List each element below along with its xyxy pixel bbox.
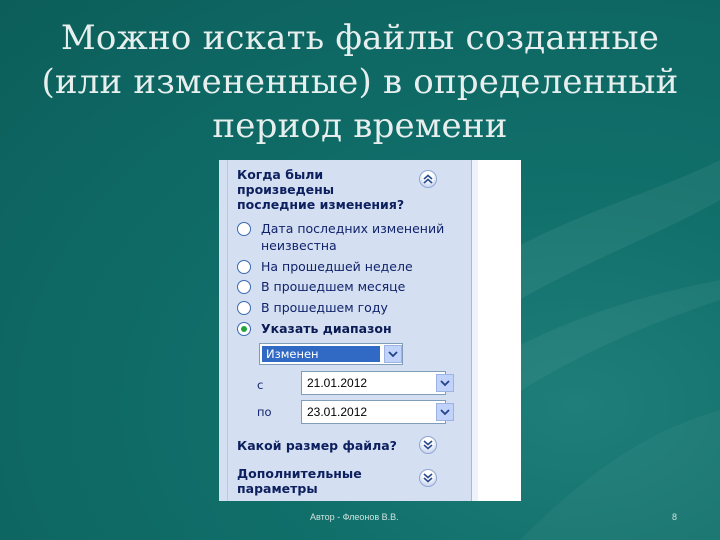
search-pane-screenshot: Когда были произведены последние изменен…: [219, 160, 521, 501]
slide-title-line-1: Можно искать файлы созданные: [60, 18, 660, 58]
slide-page-number: 8: [672, 512, 678, 522]
advanced-options-header[interactable]: Дополнительные параметры: [237, 466, 362, 496]
advanced-header-line-1: Дополнительные: [237, 466, 362, 481]
option-last-month-label: В прошедшем месяце: [261, 279, 406, 294]
option-last-week-label: На прошедшей неделе: [261, 259, 413, 274]
option-date-unknown-label: Дата последних изменений неизвестна: [261, 221, 445, 253]
double-chevron-down-icon: [423, 473, 433, 483]
option-last-week[interactable]: На прошедшей неделе: [237, 258, 467, 276]
option-last-year[interactable]: В прошедшем году: [237, 299, 467, 317]
radio-specify-range[interactable]: [237, 322, 251, 336]
date-type-select-value: Изменен: [262, 346, 380, 362]
slide-title: Можно искать файлы созданные (или измене…: [20, 16, 700, 148]
to-date-value: 23.01.2012: [307, 405, 368, 419]
search-task-pane: Когда были произведены последние изменен…: [219, 160, 472, 501]
when-header-line-2: произведены: [237, 182, 335, 197]
when-modified-header[interactable]: Когда были произведены последние изменен…: [237, 167, 404, 212]
advanced-header-line-2: параметры: [237, 481, 318, 496]
option-last-year-label: В прошедшем году: [261, 300, 388, 315]
to-date-field[interactable]: 23.01.2012: [301, 400, 454, 424]
when-header-line-3: последние изменения?: [237, 197, 405, 212]
radio-date-unknown[interactable]: [237, 222, 251, 236]
to-date-dropdown-button[interactable]: [436, 403, 454, 421]
radio-selected-dot: [241, 326, 247, 332]
radio-last-week[interactable]: [237, 260, 251, 274]
file-size-header[interactable]: Какой размер файла?: [237, 438, 397, 453]
results-scroll-strip: [472, 160, 478, 501]
option-date-unknown[interactable]: Дата последних изменений неизвестна: [237, 220, 467, 253]
from-date-dropdown-button[interactable]: [436, 374, 454, 392]
date-type-dropdown-button[interactable]: [384, 345, 402, 363]
slide-title-line-3: период времени: [212, 106, 508, 146]
expand-advanced-button[interactable]: [419, 469, 437, 487]
slide-footer-author: Автор - Флеонов В.В.: [310, 512, 399, 522]
to-date-label: по: [257, 405, 272, 419]
when-header-line-1: Когда были: [237, 167, 324, 182]
from-date-value: 21.01.2012: [307, 376, 368, 390]
chevron-down-icon: [440, 380, 450, 387]
double-chevron-down-icon: [423, 440, 433, 450]
results-area: [472, 160, 521, 501]
radio-last-year[interactable]: [237, 301, 251, 315]
chevron-down-icon: [440, 409, 450, 416]
slide-title-line-2: (или измененные) в определенный: [41, 62, 679, 102]
double-chevron-up-icon: [423, 174, 433, 184]
expand-size-button[interactable]: [419, 436, 437, 454]
option-last-month[interactable]: В прошедшем месяце: [237, 278, 467, 296]
option-specify-range-label: Указать диапазон: [261, 321, 392, 336]
pane-border-line: [227, 160, 228, 501]
option-specify-range[interactable]: Указать диапазон: [237, 320, 467, 338]
collapse-when-button[interactable]: [419, 170, 437, 188]
radio-last-month[interactable]: [237, 280, 251, 294]
from-date-label: с: [257, 378, 264, 392]
chevron-down-icon: [388, 351, 398, 358]
from-date-field[interactable]: 21.01.2012: [301, 371, 454, 395]
date-type-select[interactable]: Изменен: [259, 343, 403, 365]
